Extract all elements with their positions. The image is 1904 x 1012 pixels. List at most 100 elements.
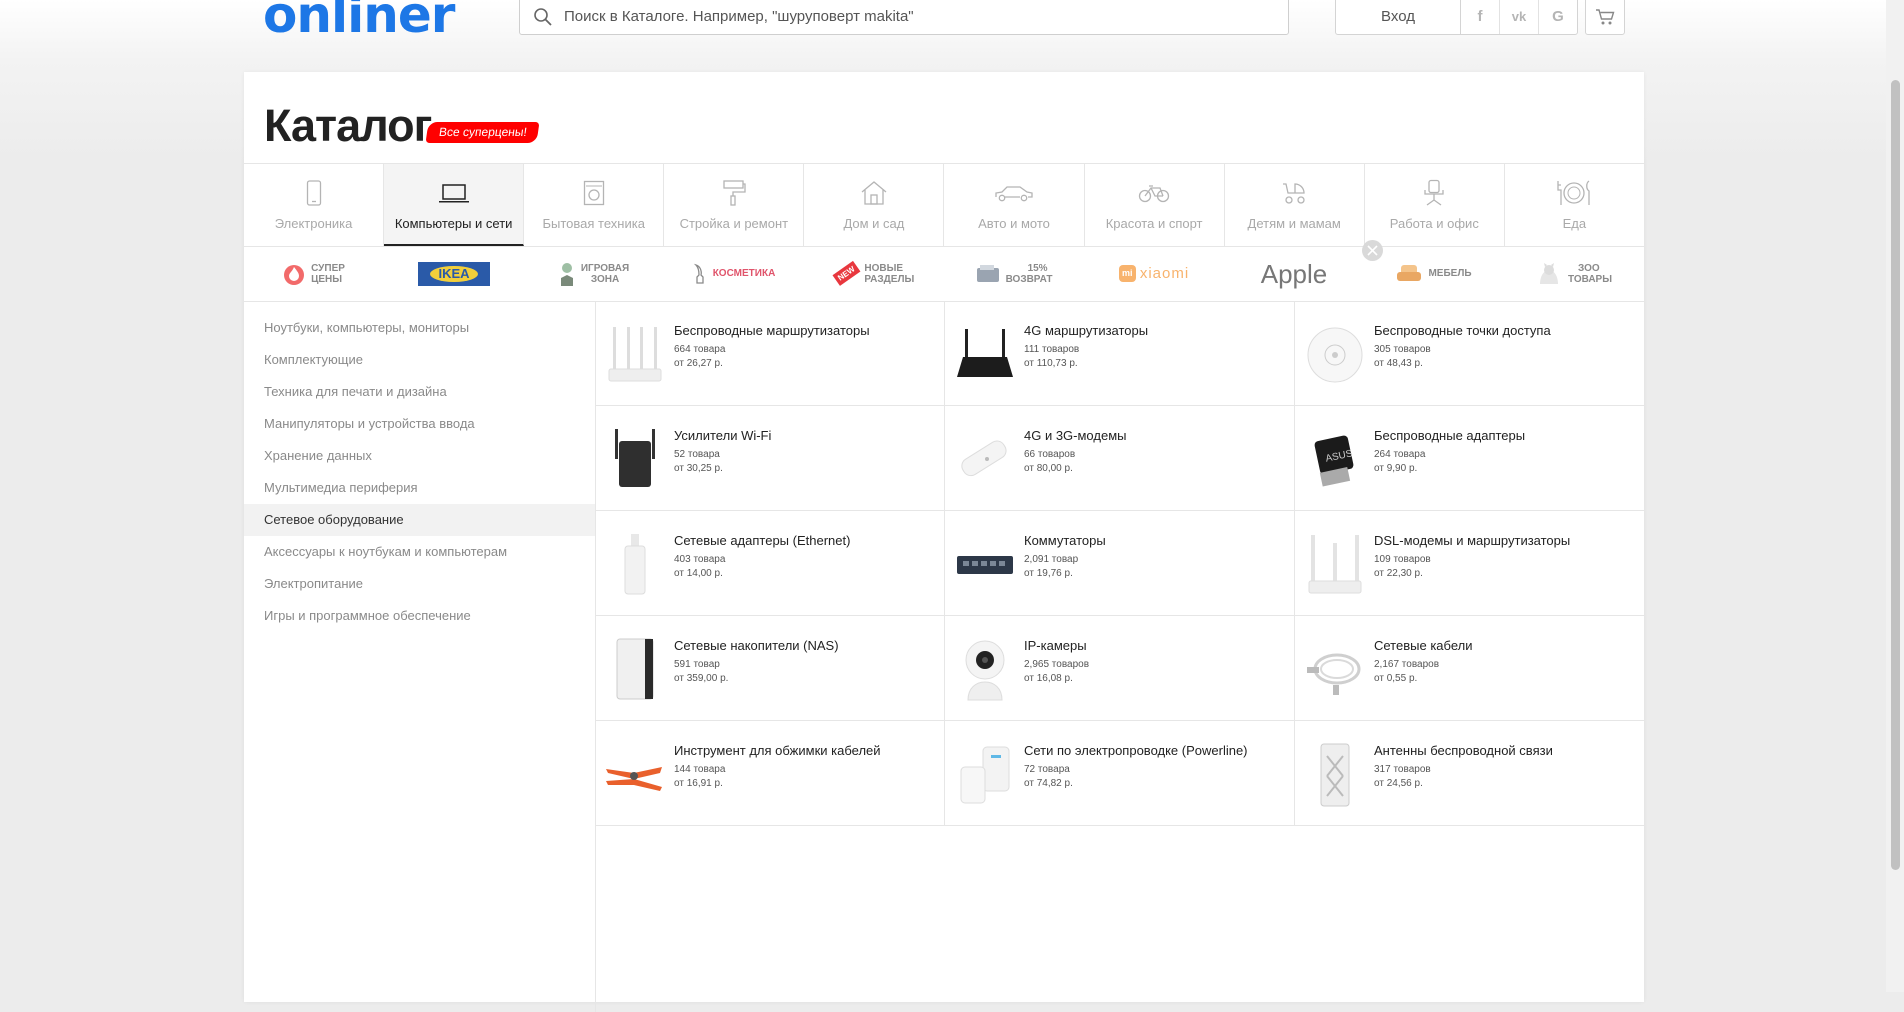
- sidebar-item-accessories[interactable]: Аксессуары к ноутбукам и компьютерам: [244, 536, 595, 568]
- sidebar-item-input-devices[interactable]: Манипуляторы и устройства ввода: [244, 408, 595, 440]
- sidebar-item-laptops[interactable]: Ноутбуки, компьютеры, мониторы: [244, 312, 595, 344]
- brand-xiaomi[interactable]: mi xiaomi: [1084, 265, 1224, 282]
- product-name: Сетевые адаптеры (Ethernet): [674, 533, 851, 548]
- stroller-icon: [1283, 183, 1305, 204]
- onliner-logo[interactable]: onliner: [263, 0, 455, 44]
- product-price: от 22,30 р.: [1374, 568, 1423, 579]
- brand-super-prices[interactable]: СУПЕР ЦЕНЫ: [244, 262, 384, 286]
- brand-ikea[interactable]: IKEA: [384, 261, 524, 286]
- brand-text: ЗОНА: [590, 273, 620, 285]
- product-count: 109 товаров: [1374, 554, 1431, 565]
- search-box[interactable]: [519, 0, 1289, 35]
- product-tile[interactable]: 4G маршрутизаторы 111 товаров от 110,73 …: [945, 301, 1295, 406]
- ikea-logo: IKEA: [418, 261, 490, 286]
- product-price: от 26,27 р.: [674, 358, 723, 369]
- tab-computers-networks[interactable]: Компьютеры и сети: [384, 164, 525, 246]
- sidebar-item-networking[interactable]: Сетевое оборудование: [244, 504, 595, 536]
- brand-new-sections[interactable]: NEW НОВЫЕ РАЗДЕЛЫ: [804, 261, 944, 286]
- brand-gaming-zone[interactable]: ИГРОВАЯ ЗОНА: [524, 262, 664, 286]
- product-tile[interactable]: ASUS Беспроводные адаптеры 264 товара от…: [1295, 406, 1644, 511]
- product-name: DSL-модемы и маршрутизаторы: [1374, 533, 1571, 548]
- cat-icon: [1539, 262, 1558, 284]
- sidebar-item-power[interactable]: Электропитание: [244, 568, 595, 600]
- product-tile[interactable]: Сетевые кабели 2,167 товаров от 0,55 р.: [1295, 616, 1644, 721]
- facebook-login-button[interactable]: f: [1461, 0, 1500, 34]
- product-price: от 30,25 р.: [674, 463, 723, 474]
- product-tile[interactable]: Беспроводные точки доступа 305 товаров о…: [1295, 301, 1644, 406]
- brand-returns[interactable]: 15% ВОЗВРАТ: [944, 263, 1084, 285]
- tab-home-garden[interactable]: Дом и сад: [804, 164, 945, 246]
- close-icon: [1367, 245, 1378, 256]
- tab-home-appliances[interactable]: Бытовая техника: [524, 164, 665, 246]
- tab-label: Работа и офис: [1389, 216, 1479, 231]
- vk-login-button[interactable]: vk: [1500, 0, 1539, 34]
- product-price: от 0,55 р.: [1374, 673, 1418, 684]
- product-name: Инструмент для обжимки кабелей: [674, 743, 881, 758]
- brand-text: ВОЗВРАТ: [1005, 273, 1053, 285]
- tab-kids-moms[interactable]: Детям и мамам: [1225, 164, 1365, 246]
- brand-zoo[interactable]: ЗОО ТОВАРЫ: [1504, 262, 1644, 286]
- product-price: от 16,08 р.: [1024, 673, 1073, 684]
- brand-cosmetics[interactable]: КОСМЕТИКА: [664, 263, 804, 285]
- tab-construction-repair[interactable]: Стройка и ремонт: [664, 164, 805, 246]
- product-tile[interactable]: Коммутаторы 2,091 товар от 19,76 р.: [945, 511, 1295, 616]
- tab-auto-moto[interactable]: Авто и мото: [944, 164, 1085, 246]
- product-count: 144 товара: [674, 764, 726, 775]
- sidebar-item-multimedia[interactable]: Мультимедиа периферия: [244, 472, 595, 504]
- product-name: Беспроводные адаптеры: [1374, 428, 1526, 443]
- product-grid: Беспроводные маршрутизаторы 664 товара о…: [595, 301, 1644, 826]
- sidebar-item-storage[interactable]: Хранение данных: [244, 440, 595, 472]
- product-count: 111 товаров: [1024, 344, 1080, 355]
- cart-icon: [1596, 8, 1615, 24]
- product-tile[interactable]: Сети по электропроводке (Powerline) 72 т…: [945, 721, 1295, 826]
- product-name: Беспроводные точки доступа: [1374, 323, 1551, 338]
- product-tile[interactable]: DSL-модемы и маршрутизаторы 109 товаров …: [1295, 511, 1644, 616]
- product-price: от 48,43 р.: [1374, 358, 1423, 369]
- sidebar-item-printing[interactable]: Техника для печати и дизайна: [244, 376, 595, 408]
- product-count: 305 товаров: [1374, 344, 1431, 355]
- auth-bar: Вход f vk G: [1335, 0, 1578, 35]
- tab-food[interactable]: Еда: [1505, 164, 1644, 246]
- page-scrollbar[interactable]: [1886, 0, 1904, 992]
- brand-apple[interactable]: Apple: [1224, 259, 1364, 289]
- product-tile[interactable]: Сетевые адаптеры (Ethernet) 403 товара о…: [595, 511, 945, 616]
- cart-button[interactable]: [1585, 0, 1625, 35]
- vk-icon: vk: [1511, 9, 1527, 24]
- tab-work-office[interactable]: Работа и офис: [1365, 164, 1505, 246]
- google-login-button[interactable]: G: [1539, 0, 1577, 34]
- product-count: 72 товара: [1024, 764, 1070, 775]
- product-name: Беспроводные маршрутизаторы: [674, 323, 870, 338]
- ikea-logo-text: IKEA: [430, 265, 478, 282]
- dsl-router-icon: [1308, 535, 1362, 594]
- product-tile[interactable]: Инструмент для обжимки кабелей 144 товар…: [595, 721, 945, 826]
- product-name: Антенны беспроводной связи: [1374, 743, 1553, 758]
- brand-text: МЕБЕЛЬ: [1428, 268, 1472, 279]
- product-tile[interactable]: Усилители Wi-Fi 52 товара от 30,25 р.: [595, 406, 945, 511]
- super-prices-badge[interactable]: Все суперцены!: [425, 122, 540, 143]
- product-name: Сетевые кабели: [1374, 638, 1473, 653]
- sidebar-item-games-software[interactable]: Игры и программное обеспечение: [244, 600, 595, 632]
- scrollbar-thumb[interactable]: [1891, 80, 1900, 870]
- close-dropdown-button[interactable]: [1362, 240, 1383, 261]
- product-price: от 19,76 р.: [1024, 568, 1073, 579]
- new-badge: NEW: [832, 261, 860, 286]
- tab-label: Бытовая техника: [542, 216, 645, 231]
- login-button[interactable]: Вход: [1336, 0, 1461, 34]
- sidebar-item-components[interactable]: Комплектующие: [244, 344, 595, 376]
- product-tile[interactable]: Антенны беспроводной связи 317 товаров о…: [1295, 721, 1644, 826]
- product-tile[interactable]: IP-камеры 2,965 товаров от 16,08 р.: [945, 616, 1295, 721]
- tab-label: Компьютеры и сети: [394, 216, 513, 231]
- brand-text: ЗОО: [1577, 262, 1600, 274]
- product-tile[interactable]: Сетевые накопители (NAS) 591 товар от 35…: [595, 616, 945, 721]
- tab-label: Авто и мото: [978, 216, 1050, 231]
- tab-beauty-sport[interactable]: Красота и спорт: [1085, 164, 1225, 246]
- product-price: от 359,00 р.: [674, 673, 729, 684]
- brand-text: КОСМЕТИКА: [712, 268, 776, 279]
- brand-furniture[interactable]: МЕБЕЛЬ: [1364, 263, 1504, 285]
- product-tile[interactable]: Беспроводные маршрутизаторы 664 товара о…: [595, 301, 945, 406]
- tab-electronics[interactable]: Электроника: [244, 164, 385, 246]
- category-sidebar: Ноутбуки, компьютеры, мониторы Комплекту…: [244, 301, 596, 1012]
- usb-modem-icon: [961, 440, 1007, 477]
- product-tile[interactable]: 4G и 3G-модемы 66 товаров от 80,00 р.: [945, 406, 1295, 511]
- search-input[interactable]: [564, 0, 1264, 34]
